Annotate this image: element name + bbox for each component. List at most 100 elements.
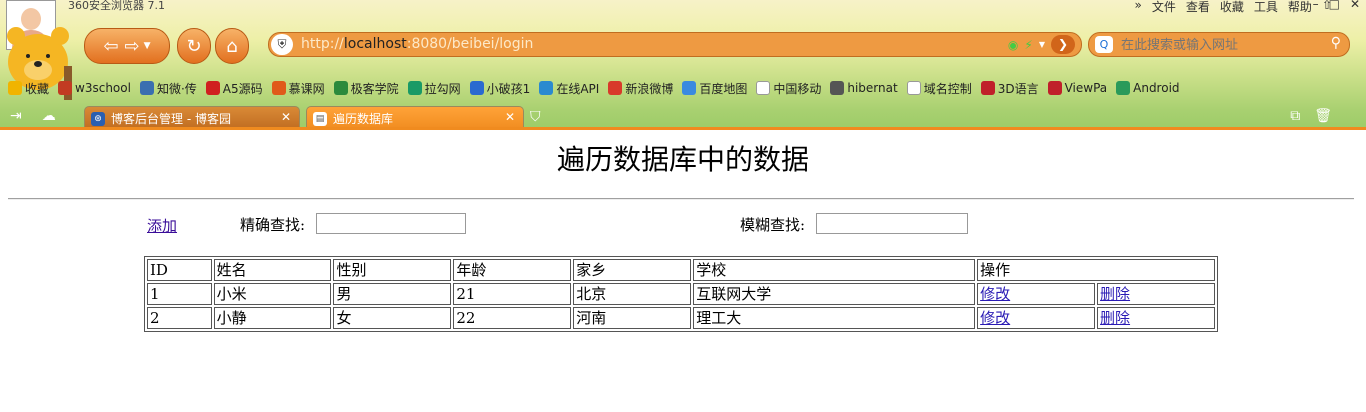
bookmark-label: A5源码: [222, 81, 263, 96]
search-icon[interactable]: ⚲: [1331, 35, 1341, 51]
search-input[interactable]: [1119, 35, 1319, 56]
exact-search-label: 精确查找:: [240, 216, 306, 234]
map-icon: [682, 81, 697, 95]
trash-icon[interactable]: 🗑: [1314, 108, 1332, 124]
header-school: 学校: [693, 259, 976, 281]
data-table: ID 姓名 性别 年龄 家乡 学校 操作 1 小米 男 21 北京 互联网大学 …: [144, 256, 1218, 332]
table-header-row: ID 姓名 性别 年龄 家乡 学校 操作: [147, 259, 1215, 281]
menu-chevron-icon[interactable]: »: [1135, 0, 1142, 15]
home-button[interactable]: ⌂: [215, 28, 249, 64]
geek-icon: [333, 81, 348, 95]
bookmark-item[interactable]: 小破孩1: [469, 80, 530, 97]
c-red-icon: [980, 81, 995, 95]
security-shield-icon[interactable]: ⛨: [271, 34, 293, 55]
sidebar-toggle-icon[interactable]: ⇥: [10, 108, 22, 124]
cell-id: 1: [147, 283, 212, 305]
address-bar[interactable]: ⛨ http://localhost:8080/beibei/login ◉ ⚡…: [268, 32, 1082, 57]
header-name: 姓名: [213, 259, 332, 281]
bookmark-item[interactable]: 极客学院: [333, 80, 399, 97]
compat-mode-icon[interactable]: ◉: [1008, 38, 1018, 52]
close-tab-icon[interactable]: ✕: [281, 110, 291, 124]
doc-icon: [756, 81, 771, 95]
bookmark-label: 知微·传: [156, 81, 197, 96]
bookmark-label: Android: [1133, 81, 1180, 95]
weibo-icon: [608, 81, 623, 95]
cell-age: 21: [453, 283, 572, 305]
cell-age: 22: [453, 307, 572, 329]
flame-icon: [271, 81, 286, 95]
edit-link[interactable]: 修改: [980, 309, 1010, 327]
l-icon: [407, 81, 422, 95]
search-engine-icon[interactable]: Q: [1095, 36, 1113, 53]
bookmark-item[interactable]: Android: [1116, 81, 1180, 95]
browser-chrome: 360安全浏览器 7.1 » 文件 查看 收藏 工具 帮助 ⇧ – □ ✕ ⇦ …: [0, 0, 1366, 130]
exact-search-input[interactable]: [316, 213, 466, 234]
menu-favorites[interactable]: 收藏: [1220, 0, 1244, 15]
c-red-icon: [1047, 81, 1062, 95]
dropdown-icon[interactable]: ▼: [144, 41, 151, 51]
speed-mode-icon[interactable]: ⚡: [1024, 38, 1032, 52]
page-icon: [139, 81, 154, 95]
bookmark-item[interactable]: 百度地图: [682, 80, 747, 97]
bookmark-label: hibernat: [847, 81, 898, 95]
delete-link[interactable]: 删除: [1100, 285, 1130, 303]
bookmark-label: 极客学院: [350, 81, 399, 96]
bookmark-label: 慕课网: [288, 81, 325, 96]
add-link[interactable]: 添加: [147, 215, 177, 236]
menu-view[interactable]: 查看: [1186, 0, 1210, 15]
menu-file[interactable]: 文件: [1152, 0, 1176, 15]
c-icon: [469, 81, 484, 95]
cell-edit: 修改: [977, 283, 1096, 305]
address-tools: ◉ ⚡ ▼ ❯: [1008, 35, 1075, 54]
go-button[interactable]: ❯: [1051, 35, 1075, 54]
minimize-icon[interactable]: –: [1313, 0, 1319, 11]
bookmark-item[interactable]: 中国移动: [756, 80, 821, 97]
tab-bar: ⇥ ☁ ⊛ 博客后台管理 - 博客园 ✕ ▤ 遍历数据库 ✕ ⛉ ⧉ 🗑: [0, 103, 1366, 130]
bookmarks-bar: 收藏 w3school 知微·传 A5源码 慕课网 极客学院 拉勾网 小破孩1 在线API 新浪微…: [0, 77, 1366, 99]
cell-id: 2: [147, 307, 212, 329]
bookmark-item[interactable]: 3D语言: [980, 80, 1039, 97]
bookmark-item[interactable]: hibernat: [830, 81, 898, 95]
address-dropdown-icon[interactable]: ▼: [1039, 40, 1045, 49]
app-title: 360安全浏览器 7.1: [68, 0, 165, 12]
menu-tools[interactable]: 工具: [1254, 0, 1278, 15]
bookmark-item[interactable]: w3school: [58, 81, 131, 95]
search-box[interactable]: Q ⚲: [1088, 32, 1350, 57]
close-window-icon[interactable]: ✕: [1350, 0, 1360, 11]
menu-help[interactable]: 帮助: [1288, 0, 1312, 15]
refresh-button[interactable]: ↻: [177, 28, 211, 64]
w3-icon: [58, 81, 73, 95]
restore-tab-icon[interactable]: ⧉: [1290, 108, 1300, 124]
tab-tools: ⇥ ☁: [10, 108, 56, 124]
bookmark-label: ViewPa: [1064, 81, 1108, 95]
forward-arrow-icon[interactable]: ⇨: [125, 36, 140, 57]
fuzzy-search-input[interactable]: [816, 213, 968, 234]
bookmark-item[interactable]: ViewPa: [1047, 81, 1108, 95]
bookmark-item[interactable]: 知微·传: [139, 80, 197, 97]
bookmark-item[interactable]: 慕课网: [271, 80, 325, 97]
cloud-icon[interactable]: ☁: [42, 108, 56, 124]
bookmark-item[interactable]: 新浪微博: [608, 80, 673, 97]
star-icon: [8, 81, 22, 95]
bookmark-item[interactable]: 域名控制: [906, 80, 972, 97]
cell-delete: 删除: [1097, 307, 1215, 329]
header-age: 年龄: [453, 259, 572, 281]
bookmark-item[interactable]: A5源码: [205, 80, 263, 97]
close-tab-icon[interactable]: ✕: [505, 110, 515, 124]
bookmark-item[interactable]: 拉勾网: [407, 80, 461, 97]
back-forward-button[interactable]: ⇦ ⇨ ▼: [84, 28, 170, 64]
bookmark-item[interactable]: 在线API: [539, 80, 599, 97]
new-tab-icon[interactable]: ⛉: [530, 109, 541, 125]
delete-link[interactable]: 删除: [1100, 309, 1130, 327]
bookmark-item[interactable]: 收藏: [8, 80, 49, 97]
back-arrow-icon[interactable]: ⇦: [103, 36, 118, 57]
edit-link[interactable]: 修改: [980, 285, 1010, 303]
header-hometown: 家乡: [573, 259, 692, 281]
tab-label: 遍历数据库: [333, 112, 394, 126]
cell-gender: 男: [333, 283, 452, 305]
maximize-icon[interactable]: □: [1329, 0, 1340, 11]
bookmark-label: 新浪微博: [625, 81, 674, 96]
doc-icon: [906, 81, 921, 95]
cell-gender: 女: [333, 307, 452, 329]
address-url[interactable]: http://localhost:8080/beibei/login: [301, 36, 533, 52]
